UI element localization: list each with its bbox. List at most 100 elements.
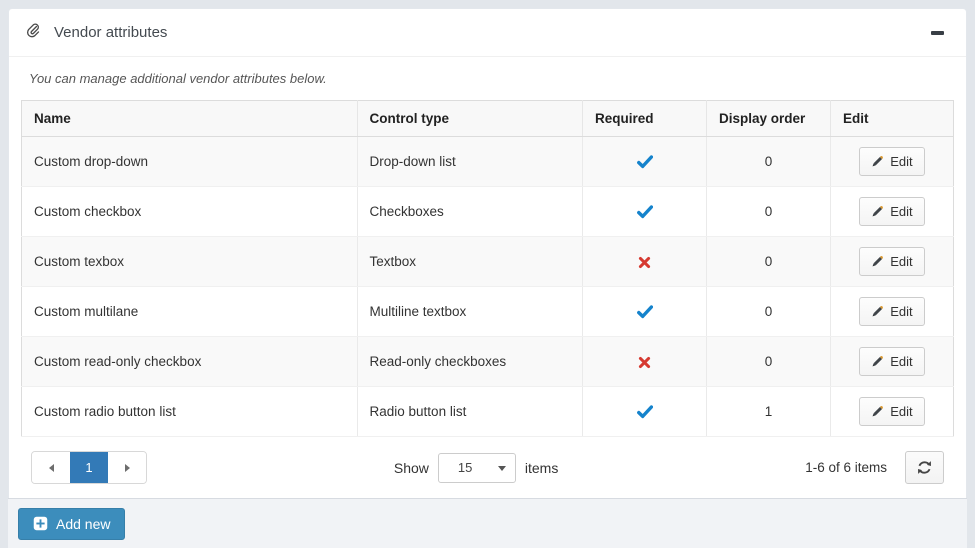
display-order-cell: 0: [707, 337, 831, 387]
edit-button-label: Edit: [890, 354, 912, 369]
vendor-attributes-panel: Vendor attributes You can manage additio…: [8, 8, 967, 498]
required-flag-icon: [638, 354, 651, 369]
panel-header: Vendor attributes: [9, 9, 966, 57]
table-row: Custom read-only checkbox Read-only chec…: [22, 337, 954, 387]
edit-button-label: Edit: [890, 404, 912, 419]
required-cell: [583, 137, 707, 187]
items-label: items: [525, 460, 558, 476]
required-cell: [583, 287, 707, 337]
table-row: Custom drop-down Drop-down list 0 Edit: [22, 137, 954, 187]
edit-cell: Edit: [830, 237, 953, 287]
minus-icon: [931, 31, 944, 35]
required-flag-icon: [637, 154, 653, 169]
pencil-icon: [871, 255, 884, 268]
current-page-button[interactable]: 1: [70, 452, 108, 483]
display-order-cell: 0: [707, 137, 831, 187]
vendor-attributes-table: Name Control type Required Display order…: [21, 100, 954, 437]
required-flag-icon: [638, 254, 651, 269]
x-icon: [638, 356, 651, 369]
required-cell: [583, 237, 707, 287]
caret-left-icon: [49, 464, 54, 472]
refresh-icon: [917, 460, 932, 475]
page-buttons-group: 1: [31, 451, 147, 484]
column-header-control-type: Control type: [357, 101, 583, 137]
edit-button-label: Edit: [890, 254, 912, 269]
required-cell: [583, 187, 707, 237]
check-icon: [637, 405, 653, 419]
required-cell: [583, 387, 707, 437]
table-row: Custom checkbox Checkboxes 0 Edit: [22, 187, 954, 237]
table-header-row: Name Control type Required Display order…: [22, 101, 954, 137]
edit-button-label: Edit: [890, 304, 912, 319]
hint-text: You can manage additional vendor attribu…: [21, 71, 954, 100]
column-header-edit: Edit: [830, 101, 953, 137]
display-order-cell: 0: [707, 287, 831, 337]
edit-button[interactable]: Edit: [859, 397, 924, 426]
edit-button[interactable]: Edit: [859, 347, 924, 376]
column-header-display-order: Display order: [707, 101, 831, 137]
required-cell: [583, 337, 707, 387]
page-title: Vendor attributes: [54, 24, 167, 41]
control-type-cell: Textbox: [357, 237, 583, 287]
paperclip-icon: [25, 22, 41, 43]
pencil-icon: [871, 405, 884, 418]
control-type-cell: Read-only checkboxes: [357, 337, 583, 387]
edit-cell: Edit: [830, 137, 953, 187]
next-page-button[interactable]: [108, 452, 146, 483]
name-cell: Custom texbox: [22, 237, 358, 287]
display-order-cell: 1: [707, 387, 831, 437]
pager-info-group: 1-6 of 6 items: [805, 451, 944, 484]
column-header-required: Required: [583, 101, 707, 137]
pencil-icon: [871, 205, 884, 218]
name-cell: Custom drop-down: [22, 137, 358, 187]
edit-button-label: Edit: [890, 154, 912, 169]
refresh-button[interactable]: [905, 451, 944, 484]
add-new-button[interactable]: Add new: [18, 508, 125, 540]
control-type-cell: Drop-down list: [357, 137, 583, 187]
pencil-icon: [871, 155, 884, 168]
edit-cell: Edit: [830, 287, 953, 337]
edit-button-label: Edit: [890, 204, 912, 219]
control-type-cell: Checkboxes: [357, 187, 583, 237]
pager: 1 Show 15 items 1-6 of 6 items: [21, 437, 954, 498]
required-flag-icon: [637, 404, 653, 419]
panel-footer: Add new: [8, 498, 967, 548]
required-flag-icon: [637, 304, 653, 319]
name-cell: Custom read-only checkbox: [22, 337, 358, 387]
edit-button[interactable]: Edit: [859, 147, 924, 176]
display-order-cell: 0: [707, 237, 831, 287]
edit-cell: Edit: [830, 187, 953, 237]
table-row: Custom radio button list Radio button li…: [22, 387, 954, 437]
show-label: Show: [394, 460, 429, 476]
page-size-value: 15: [458, 460, 472, 475]
items-range-text: 1-6 of 6 items: [805, 460, 887, 475]
control-type-cell: Radio button list: [357, 387, 583, 437]
edit-button[interactable]: Edit: [859, 297, 924, 326]
check-icon: [637, 305, 653, 319]
required-flag-icon: [637, 204, 653, 219]
plus-square-icon: [33, 516, 48, 531]
page-size-group: Show 15 items: [147, 453, 805, 483]
page-size-select[interactable]: 15: [438, 453, 516, 483]
edit-button[interactable]: Edit: [859, 247, 924, 276]
pencil-icon: [871, 355, 884, 368]
caret-down-icon: [498, 466, 506, 471]
edit-button[interactable]: Edit: [859, 197, 924, 226]
edit-cell: Edit: [830, 337, 953, 387]
check-icon: [637, 205, 653, 219]
column-header-name: Name: [22, 101, 358, 137]
panel-body: You can manage additional vendor attribu…: [9, 57, 966, 498]
collapse-panel-button[interactable]: [925, 27, 950, 39]
name-cell: Custom radio button list: [22, 387, 358, 437]
table-row: Custom texbox Textbox 0 Edit: [22, 237, 954, 287]
add-new-button-label: Add new: [56, 516, 110, 532]
previous-page-button[interactable]: [32, 452, 70, 483]
control-type-cell: Multiline textbox: [357, 287, 583, 337]
x-icon: [638, 256, 651, 269]
check-icon: [637, 155, 653, 169]
pencil-icon: [871, 305, 884, 318]
edit-cell: Edit: [830, 387, 953, 437]
display-order-cell: 0: [707, 187, 831, 237]
name-cell: Custom checkbox: [22, 187, 358, 237]
caret-right-icon: [125, 464, 130, 472]
